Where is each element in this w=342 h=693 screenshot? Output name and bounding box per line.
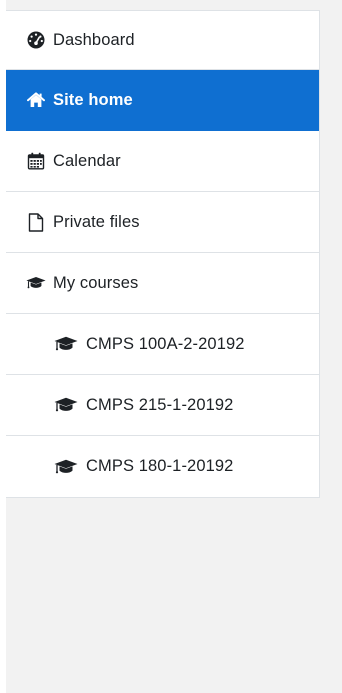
nav-drawer: Dashboard Site home Calendar Private fil…	[6, 10, 320, 498]
nav-item-course-cmps-100a[interactable]: CMPS 100A-2-20192	[6, 314, 319, 375]
nav-item-course-cmps-180[interactable]: CMPS 180-1-20192	[6, 436, 319, 497]
calendar-icon	[26, 151, 46, 171]
nav-item-label: CMPS 215-1-20192	[86, 395, 234, 414]
dashboard-icon	[26, 30, 46, 50]
nav-item-label: Site home	[53, 90, 133, 109]
home-icon	[26, 90, 46, 110]
nav-item-private-files[interactable]: Private files	[6, 192, 319, 253]
nav-item-label: CMPS 100A-2-20192	[86, 334, 245, 353]
nav-item-my-courses[interactable]: My courses	[6, 253, 319, 314]
nav-item-course-cmps-215[interactable]: CMPS 215-1-20192	[6, 375, 319, 436]
graduation-cap-icon	[26, 273, 46, 293]
nav-item-label: My courses	[53, 273, 139, 292]
nav-item-site-home[interactable]: Site home	[6, 70, 319, 131]
graduation-cap-icon	[52, 334, 80, 354]
nav-item-label: CMPS 180-1-20192	[86, 457, 234, 475]
nav-item-label: Calendar	[53, 151, 121, 170]
nav-item-dashboard[interactable]: Dashboard	[6, 11, 319, 70]
nav-item-label: Private files	[53, 212, 140, 231]
nav-item-label: Dashboard	[53, 30, 135, 49]
file-icon	[26, 212, 46, 232]
nav-item-calendar[interactable]: Calendar	[6, 131, 319, 192]
graduation-cap-icon	[52, 457, 80, 477]
graduation-cap-icon	[52, 395, 80, 415]
